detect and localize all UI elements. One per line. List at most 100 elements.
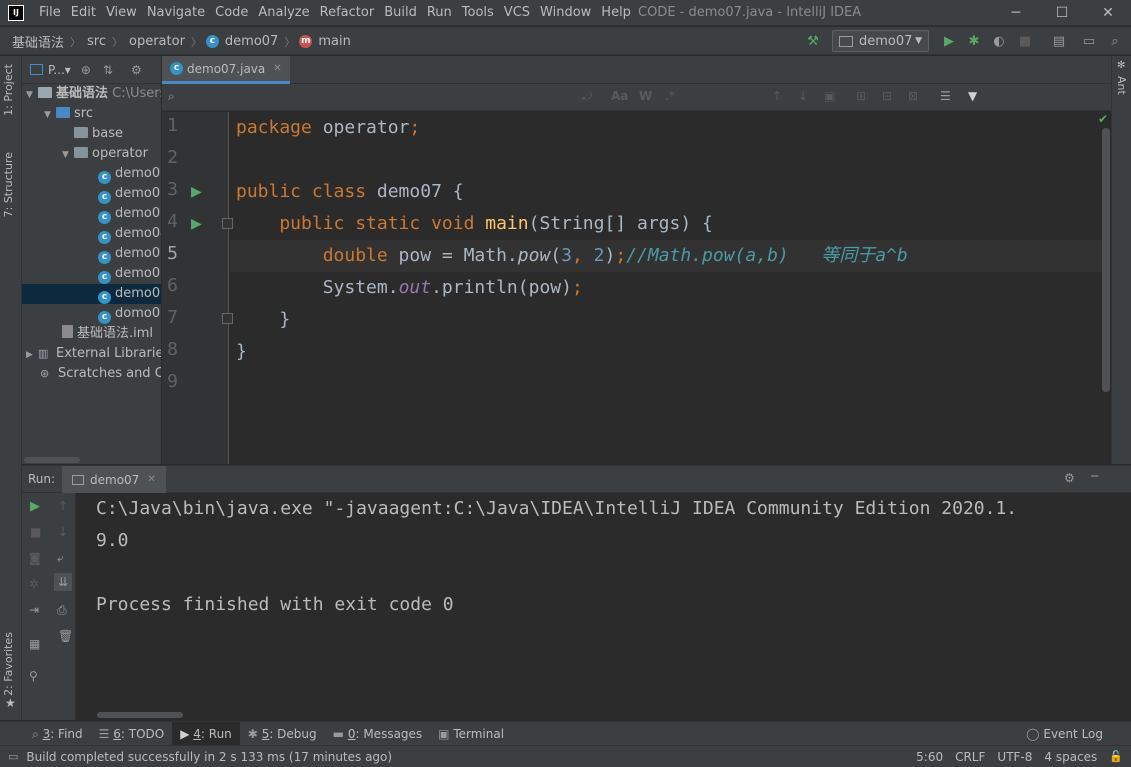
breadcrumb-class[interactable]: demo07: [223, 34, 280, 49]
breadcrumb-package[interactable]: operator: [127, 34, 187, 49]
layout-icon[interactable]: ▦: [29, 637, 40, 651]
tree-item-libraries[interactable]: ▶ ▥ External Libraries: [22, 344, 161, 364]
menu-code[interactable]: Code: [210, 0, 253, 26]
regex-icon[interactable]: ⤾: [582, 89, 592, 104]
search-icon[interactable]: ⌕: [168, 89, 175, 104]
print-icon[interactable]: ⎙: [57, 603, 67, 618]
breadcrumb-src[interactable]: src: [85, 34, 108, 49]
tree-item-class[interactable]: c demo05: [22, 244, 161, 264]
expanded-arrow-icon[interactable]: ▼: [62, 145, 74, 165]
tree-item-class[interactable]: c demo03: [22, 204, 161, 224]
gear-icon[interactable]: ⚙: [131, 63, 142, 77]
collapsed-arrow-icon[interactable]: ▶: [26, 345, 38, 365]
tree-item-src[interactable]: ▼ src: [22, 104, 161, 124]
run-icon[interactable]: ▶: [938, 30, 960, 52]
tree-item-module[interactable]: ▼ 基础语法 C:\Users: [22, 84, 161, 104]
menu-vcs[interactable]: VCS: [499, 0, 535, 26]
tab-favorites[interactable]: 2: Favorites: [2, 632, 15, 696]
minimize-button[interactable]: ─: [993, 0, 1039, 26]
debug-bug-icon[interactable]: ✱: [963, 30, 985, 52]
run-class-icon[interactable]: ▶: [191, 184, 202, 200]
tree-item-class[interactable]: c demo02: [22, 184, 161, 204]
menu-analyze[interactable]: Analyze: [253, 0, 314, 26]
run-config-select[interactable]: demo07 ▼: [832, 30, 929, 52]
pin-icon[interactable]: ⚲: [29, 669, 38, 683]
inspection-ok-icon[interactable]: ✔: [1098, 112, 1108, 126]
add-selection-icon[interactable]: ⊞: [856, 89, 866, 103]
tree-item-iml[interactable]: 基础语法.iml: [22, 324, 161, 344]
coverage-icon[interactable]: ◐: [988, 30, 1010, 52]
tool-run[interactable]: ▶ 4: Run: [172, 721, 240, 746]
terminal-window-icon[interactable]: ▭: [1078, 30, 1100, 52]
line-separator[interactable]: CRLF: [955, 746, 985, 767]
tree-item-class[interactable]: c demo06: [22, 264, 161, 284]
expanded-arrow-icon[interactable]: ▼: [26, 85, 38, 105]
indent-setting[interactable]: 4 spaces: [1044, 746, 1097, 767]
exit-icon[interactable]: ⇥: [29, 603, 39, 617]
caret-position[interactable]: 5:60: [916, 746, 943, 767]
align-icon[interactable]: ☰: [940, 89, 951, 103]
tree-item-scratches[interactable]: ⊛ Scratches and Consoles: [22, 364, 161, 384]
project-structure-icon[interactable]: ▤: [1048, 30, 1070, 52]
words-icon[interactable]: W: [639, 89, 652, 103]
menu-help[interactable]: Help: [596, 0, 636, 26]
tree-item-class[interactable]: c domo01: [22, 304, 161, 324]
settings-icon[interactable]: ✲: [29, 577, 39, 591]
next-occurrence-icon[interactable]: ↓: [798, 89, 808, 103]
tree-item-base[interactable]: base: [22, 124, 161, 144]
run-main-icon[interactable]: ▶: [191, 216, 202, 232]
tab-demo07-java[interactable]: c demo07.java ✕: [162, 56, 290, 84]
scroll-to-end-icon[interactable]: ⇊: [54, 573, 73, 591]
up-arrow-icon[interactable]: ↑: [58, 499, 68, 513]
horizontal-scrollbar[interactable]: [24, 457, 80, 463]
run-tab-demo07[interactable]: demo07 ✕: [62, 466, 166, 493]
status-panel-icon[interactable]: ▭: [8, 750, 18, 763]
project-view-select[interactable]: P...▾: [48, 63, 71, 77]
code-editor[interactable]: package operator; public class demo07 { …: [230, 112, 1102, 464]
menu-refactor[interactable]: Refactor: [315, 0, 380, 26]
down-arrow-icon[interactable]: ↓: [58, 525, 68, 539]
select-all-icon[interactable]: ▣: [824, 89, 835, 103]
trash-icon[interactable]: 🗑: [58, 629, 73, 643]
menu-build[interactable]: Build: [379, 0, 422, 26]
rerun-icon[interactable]: ▶: [30, 499, 40, 514]
menu-view[interactable]: View: [101, 0, 142, 26]
build-hammer-icon[interactable]: ⚒: [802, 30, 824, 52]
match-case-icon[interactable]: Aa: [611, 89, 628, 103]
search-icon[interactable]: ⌕: [1104, 30, 1126, 52]
lock-icon[interactable]: 🔓: [1109, 750, 1123, 763]
tool-debug[interactable]: ✱ 5: Debug: [240, 722, 325, 746]
tool-messages[interactable]: ▬ 0: Messages: [325, 722, 431, 746]
remove-selection-icon[interactable]: ⊟: [882, 89, 892, 103]
tool-terminal[interactable]: ▣ Terminal: [430, 722, 512, 746]
maximize-button[interactable]: ☐: [1039, 0, 1085, 26]
close-tab-icon[interactable]: ✕: [273, 63, 281, 74]
stop-icon[interactable]: ■: [30, 525, 41, 539]
tab-project[interactable]: 1: Project: [2, 64, 15, 116]
soft-wrap-icon[interactable]: ⤶: [57, 551, 64, 566]
close-button[interactable]: ✕: [1085, 0, 1131, 26]
tool-find[interactable]: ⌕ 3: Find: [24, 722, 91, 746]
minimize-panel-icon[interactable]: ─: [1091, 469, 1098, 483]
tab-ant[interactable]: Ant: [1115, 76, 1128, 95]
stop-icon[interactable]: ■: [1014, 30, 1036, 52]
tool-todo[interactable]: ☰ 6: TODO: [91, 722, 173, 746]
event-log-button[interactable]: ◯ Event Log: [1018, 722, 1111, 746]
console-output[interactable]: C:\Java\bin\java.exe "-javaagent:C:\Java…: [77, 493, 1131, 720]
menu-run[interactable]: Run: [422, 0, 457, 26]
locate-icon[interactable]: ⊕: [81, 63, 91, 77]
menu-window[interactable]: Window: [535, 0, 596, 26]
menu-edit[interactable]: Edit: [66, 0, 101, 26]
breadcrumb-module[interactable]: 基础语法: [10, 32, 66, 51]
camera-icon[interactable]: ◙: [29, 551, 41, 565]
editor-vertical-scrollbar[interactable]: [1102, 128, 1110, 392]
close-tab-icon[interactable]: ✕: [147, 474, 155, 485]
expanded-arrow-icon[interactable]: ▼: [44, 105, 56, 125]
menu-file[interactable]: File: [34, 0, 66, 26]
toggle-selection-icon[interactable]: ⊠: [908, 89, 918, 103]
menu-navigate[interactable]: Navigate: [142, 0, 210, 26]
tree-item-operator[interactable]: ▼ operator: [22, 144, 161, 164]
menu-tools[interactable]: Tools: [457, 0, 499, 26]
gear-icon[interactable]: ⚙: [1064, 471, 1075, 485]
tree-item-class[interactable]: c demo04: [22, 224, 161, 244]
